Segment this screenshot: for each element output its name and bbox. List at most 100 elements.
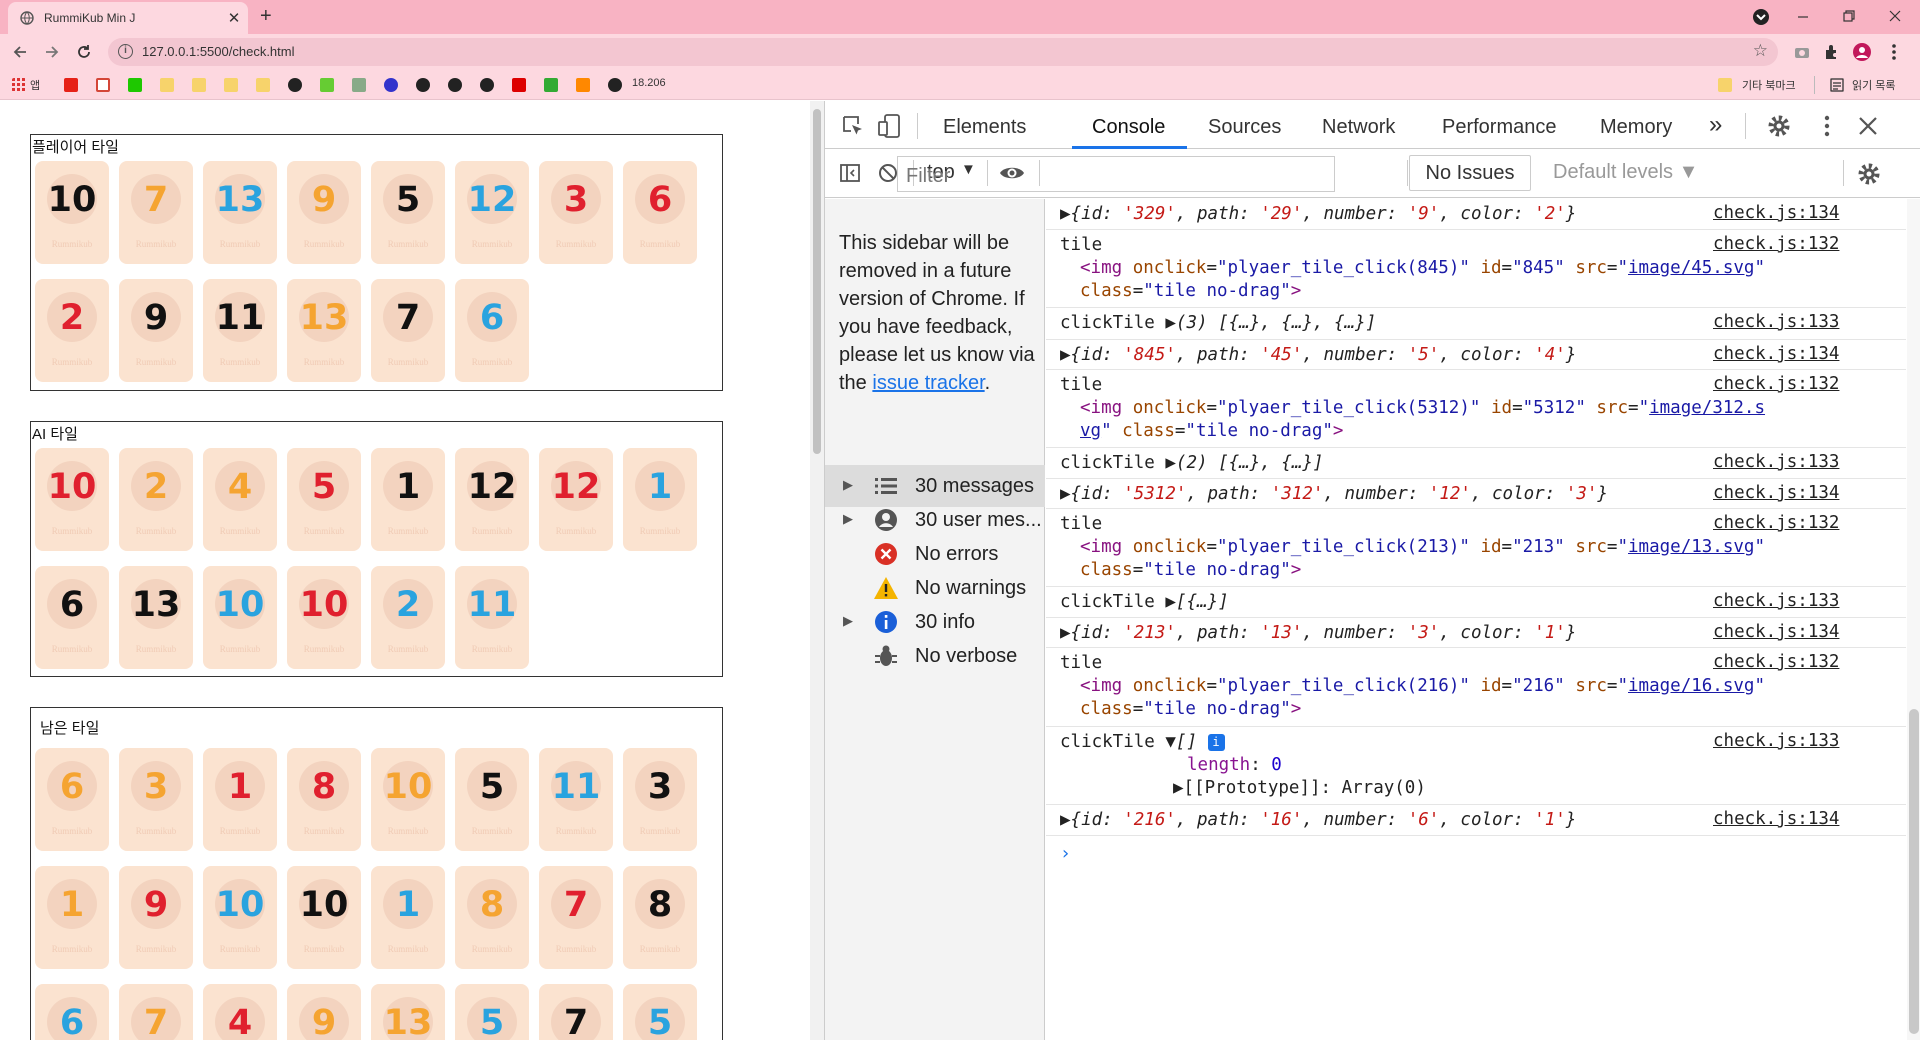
folder-bookmark-icon[interactable] [224, 78, 238, 92]
rummikub-tile[interactable]: 6Rummikub [35, 984, 109, 1040]
rummikub-tile[interactable]: 13Rummikub [119, 566, 193, 669]
source-link[interactable]: check.js:134 [1713, 203, 1839, 223]
console-entry[interactable]: ▶{id: '845', path: '45', number: '5', co… [1046, 340, 1906, 370]
rummikub-tile[interactable]: 6Rummikub [35, 566, 109, 669]
console-scrollbar[interactable] [1907, 199, 1920, 1040]
array-preview[interactable]: (2) [{…}, {…}] [1176, 453, 1324, 473]
rummikub-tile[interactable]: 2 Rummikub [371, 566, 445, 669]
device-toolbar-icon[interactable] [877, 113, 901, 139]
console-prompt[interactable]: › [1060, 843, 1071, 864]
rummikub-tile[interactable]: 12 Rummikub [539, 448, 613, 551]
rummikub-tile[interactable]: 13Rummikub [371, 984, 445, 1040]
address-bar[interactable]: i 127.0.0.1:5500/check.html ☆ [108, 38, 1778, 66]
console-entry[interactable]: ▶{id: '216', path: '16', number: '6', co… [1046, 805, 1906, 836]
array-preview[interactable]: (3) [{…}, {…}, {…}] [1176, 313, 1376, 333]
rummikub-tile[interactable]: 3 Rummikub [119, 748, 193, 851]
rummikub-tile[interactable]: 9 Rummikub [287, 161, 361, 264]
rummikub-tile[interactable]: 8 Rummikub [623, 866, 697, 969]
console-entry[interactable]: clickTile ▶[{…}] check.js:133 [1046, 587, 1906, 618]
rummikub-tile[interactable]: 6Rummikub [623, 161, 697, 264]
rummikub-tile[interactable]: 4 Rummikub [203, 448, 277, 551]
rummikub-tile[interactable]: 10 Rummikub [287, 566, 361, 669]
folder-bookmark-icon[interactable] [192, 78, 206, 92]
bookmark-icon[interactable] [384, 78, 398, 92]
bookmark-icon[interactable] [576, 78, 590, 92]
youtube-bookmark-icon[interactable] [64, 78, 78, 92]
apps-icon[interactable] [12, 78, 26, 92]
img-src-link[interactable]: image/45.svg [1628, 258, 1754, 278]
inspect-element-icon[interactable] [841, 114, 865, 138]
close-devtools-icon[interactable] [1857, 115, 1879, 137]
reading-list-label[interactable]: 읽기 목록 [1852, 77, 1896, 93]
log-levels-dropdown[interactable]: Default levels ▼ [1553, 161, 1698, 184]
object-row[interactable]: ▶{id: '845', path: '45', number: '5', co… [1060, 345, 1576, 365]
other-bookmarks-label[interactable]: 기타 북마크 [1742, 77, 1796, 93]
console-scrollbar-thumb[interactable] [1909, 709, 1919, 1034]
rummikub-tile[interactable]: 10 Rummikub [35, 161, 109, 264]
reading-list-icon[interactable] [1830, 78, 1844, 92]
issue-tracker-link[interactable]: issue tracker [872, 372, 984, 394]
reload-icon[interactable] [76, 44, 92, 60]
customize-menu-icon[interactable] [1815, 114, 1839, 138]
page-scrollbar-thumb[interactable] [813, 109, 821, 454]
html-element[interactable]: <img onclick="plyaer_tile_click(213)" id… [1080, 537, 1765, 557]
object-row[interactable]: ▶{id: '213', path: '13', number: '3', co… [1060, 623, 1576, 643]
rummikub-tile[interactable]: 3 Rummikub [539, 161, 613, 264]
rummikub-tile[interactable]: 1 Rummikub [371, 866, 445, 969]
expand-arrow-icon[interactable]: ▶ [843, 477, 853, 493]
bookmark-star-icon[interactable]: ☆ [1753, 41, 1768, 61]
close-window-icon[interactable] [1888, 9, 1902, 23]
browser-tab[interactable]: RummiKub Min J ✕ [8, 2, 248, 34]
console-entry[interactable]: tile <img onclick="plyaer_tile_click(216… [1046, 648, 1906, 727]
clear-console-icon[interactable] [877, 162, 899, 184]
rummikub-tile[interactable]: 9 Rummikub [119, 279, 193, 382]
source-link[interactable]: check.js:134 [1713, 809, 1839, 829]
source-link[interactable]: check.js:132 [1713, 234, 1839, 254]
folder-bookmark-icon[interactable] [160, 78, 174, 92]
expand-arrow-icon[interactable]: ▶ [1165, 313, 1176, 333]
site-info-icon[interactable]: i [118, 44, 133, 59]
console-settings-gear-icon[interactable] [1857, 162, 1881, 186]
rummikub-tile[interactable]: 5Rummikub [455, 748, 529, 851]
bookmark-icon[interactable] [544, 78, 558, 92]
new-tab-button[interactable]: + [260, 5, 272, 28]
forward-icon[interactable] [44, 44, 60, 60]
avatar[interactable] [1852, 42, 1872, 62]
rummikub-tile[interactable]: 5Rummikub [623, 984, 697, 1040]
profile-menu-icon[interactable] [1752, 8, 1770, 26]
console-entry[interactable]: clickTile ▼[] i length: 0 ▶[[Prototype]]… [1046, 727, 1906, 805]
issues-button[interactable]: No Issues [1409, 155, 1531, 191]
rummikub-tile[interactable]: 10 Rummikub [203, 566, 277, 669]
tab-sources[interactable]: Sources [1208, 116, 1281, 139]
naver-bookmark-icon[interactable] [128, 78, 142, 92]
console-entry[interactable]: tile <img onclick="plyaer_tile_click(213… [1046, 509, 1906, 587]
img-src-link[interactable]: vg [1080, 421, 1101, 441]
console-entry[interactable]: tile <img onclick="plyaer_tile_click(845… [1046, 230, 1906, 308]
console-entry[interactable]: ▶{id: '213', path: '13', number: '3', co… [1046, 618, 1906, 648]
bookmark-icon[interactable] [512, 78, 526, 92]
rummikub-tile[interactable]: 8 Rummikub [287, 748, 361, 851]
more-tabs-icon[interactable]: » [1709, 111, 1722, 139]
rummikub-tile[interactable]: 1 Rummikub [371, 448, 445, 551]
img-src-link[interactable]: image/312.s [1649, 398, 1765, 418]
expand-arrow-icon[interactable]: ▶ [1173, 778, 1184, 798]
toggle-sidebar-icon[interactable] [839, 162, 861, 184]
rummikub-tile[interactable]: 10 Rummikub [287, 866, 361, 969]
rummikub-tile[interactable]: 7 Rummikub [119, 161, 193, 264]
expand-arrow-icon[interactable]: ▶ [1165, 453, 1176, 473]
extensions-icon[interactable] [1822, 42, 1842, 62]
rummikub-tile[interactable]: 10 Rummikub [203, 866, 277, 969]
restore-icon[interactable] [1842, 9, 1856, 23]
rummikub-tile[interactable]: 5Rummikub [287, 448, 361, 551]
back-icon[interactable] [12, 44, 28, 60]
folder-bookmark-icon[interactable] [256, 78, 270, 92]
tab-performance[interactable]: Performance [1442, 116, 1557, 139]
expand-arrow-icon[interactable]: ▶ [1060, 623, 1071, 643]
bookmark-icon[interactable] [448, 78, 462, 92]
console-entry[interactable]: ▶{id: '329', path: '29', number: '9', co… [1046, 199, 1906, 230]
expand-arrow-icon[interactable]: ▶ [1060, 204, 1071, 224]
bookmark-icon[interactable] [416, 78, 430, 92]
rummikub-tile[interactable]: 13Rummikub [203, 161, 277, 264]
img-src-link[interactable]: image/16.svg [1628, 676, 1754, 696]
bookmark-ip-label[interactable]: 18.206 [632, 77, 666, 89]
